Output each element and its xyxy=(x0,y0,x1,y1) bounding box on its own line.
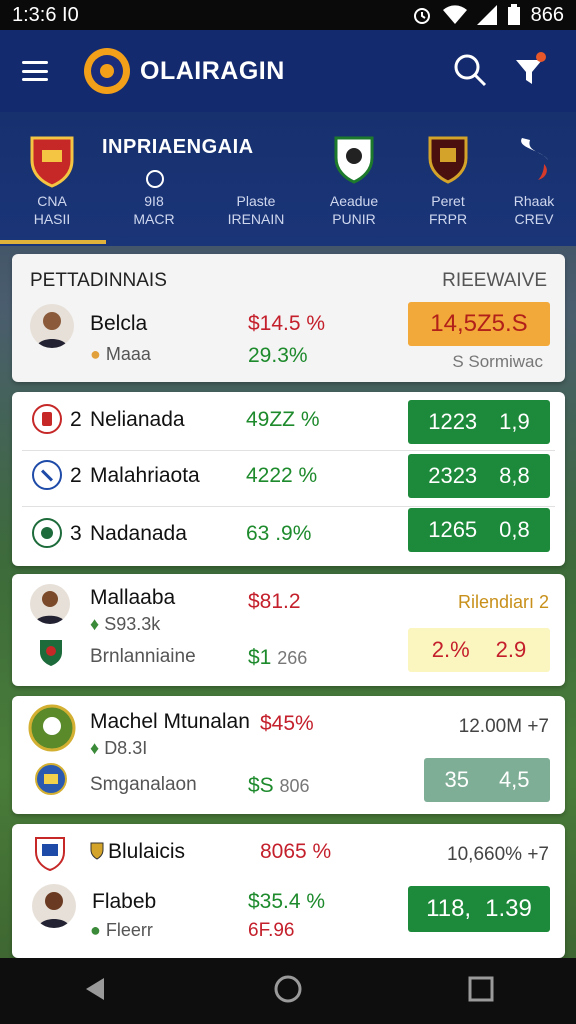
club-name: Smganalaon xyxy=(90,774,197,795)
club-crest-icon[interactable] xyxy=(426,134,470,186)
app-title: OLAIRAGIN xyxy=(140,56,285,85)
filter-icon[interactable] xyxy=(514,50,550,88)
player-value: $S 806 xyxy=(248,774,310,797)
club-shield-icon xyxy=(40,640,62,666)
team-name: Malahriaota xyxy=(90,464,200,487)
divider xyxy=(22,506,555,507)
player-sub: ● Maaa xyxy=(90,344,151,364)
player-card[interactable]: Machel Mtunalan ♦ D8.3I Smganalaon $45% … xyxy=(12,696,565,814)
rating-label: Rilendiarı 2 xyxy=(457,592,549,612)
rank: 2 xyxy=(70,408,82,431)
player-value: $1 266 xyxy=(248,646,308,669)
player-card[interactable]: Blulaicis 8065 % 10,660% +7 Flabeb ● Fle… xyxy=(12,824,565,958)
avatar xyxy=(30,304,74,348)
market-value: 10,660% +7 xyxy=(447,844,549,865)
player-price-2: $35.4 % xyxy=(248,890,326,913)
active-tab-indicator xyxy=(0,240,106,244)
league-tab[interactable]: Peret FRPR xyxy=(398,192,498,228)
rating-pill[interactable]: 2.% 2.9 xyxy=(408,628,550,672)
rank: 2 xyxy=(70,464,82,487)
price-change: $14.5 % xyxy=(248,312,326,335)
club-badge-icon xyxy=(35,763,67,795)
player-name: Machel Mtunalan xyxy=(90,710,250,733)
player-sub: ♦ S93.3k xyxy=(90,614,161,634)
card-right-heading: RIEEWAIVE xyxy=(442,270,547,291)
score-pill[interactable]: 35 4,5 xyxy=(424,758,550,802)
league-tab[interactable]: CNA HASII xyxy=(2,192,102,228)
score-pill[interactable]: 1265 0,8 xyxy=(408,508,550,552)
rank: 3 xyxy=(70,522,82,545)
shield-crest-icon[interactable] xyxy=(28,134,76,188)
team-badge-icon xyxy=(32,404,62,434)
avatar xyxy=(30,584,70,624)
team-pct: 49ZZ % xyxy=(246,408,320,431)
player-name: Belcla xyxy=(90,312,148,335)
score-pill[interactable]: 2323 8,8 xyxy=(408,454,550,498)
alarm-icon xyxy=(413,8,430,24)
status-bar: 1:3:6 I0 866 xyxy=(0,0,576,30)
league-indicator xyxy=(146,170,164,188)
team-badge-icon xyxy=(32,460,62,490)
back-icon[interactable] xyxy=(82,976,108,1007)
player-name: Mallaaba xyxy=(90,586,176,609)
player-price: 8065 % xyxy=(260,840,332,863)
recents-icon[interactable] xyxy=(468,976,494,1007)
search-icon[interactable] xyxy=(452,52,488,88)
club-name: Brnlanniaine xyxy=(90,646,196,667)
player-card[interactable]: Mallaaba ♦ S93.3k Brnlanniaine $81.2 $1 … xyxy=(12,574,565,686)
system-nav-bar xyxy=(0,958,576,1024)
app-bar: OLAIRAGIN xyxy=(0,30,576,112)
score-pill[interactable]: 118, 1.39 xyxy=(408,886,550,932)
value-change: 29.3% xyxy=(248,344,308,367)
league-tab[interactable]: Plaste IRENAIN xyxy=(206,192,306,228)
battery-icon xyxy=(507,4,520,25)
league-strip: INPRIAENGAIA CNA HASII 9I8 MACR Plaste IREN… xyxy=(0,112,576,246)
club-crest-icon[interactable] xyxy=(332,134,376,184)
divider xyxy=(22,450,555,451)
player-sub: ♦ D8.3I xyxy=(90,738,148,758)
summary-card[interactable]: PETTADINNAIS RIEEWAIVE Belcla ● Maaa $14… xyxy=(12,254,565,382)
menu-icon[interactable] xyxy=(20,56,50,86)
club-shield-icon xyxy=(35,837,65,872)
avatar xyxy=(32,884,76,928)
player-name: Blulaicis xyxy=(108,840,186,863)
league-tab[interactable]: Rhaak CREV xyxy=(484,192,576,228)
wifi-icon xyxy=(442,5,467,25)
player-price: $45% xyxy=(260,712,314,735)
app-logo xyxy=(84,48,130,94)
player-name-2: Flabeb xyxy=(92,890,157,913)
team-pct: 63 .9% xyxy=(246,522,312,545)
card-heading: PETTADINNAIS xyxy=(30,270,167,291)
swoosh-logo-icon[interactable] xyxy=(514,134,554,182)
small-shield-icon xyxy=(90,842,104,860)
player-value: 6F.96 xyxy=(248,920,295,941)
league-title: INPRIAENGAIA xyxy=(102,136,254,158)
team-pct: 4222 % xyxy=(246,464,318,487)
player-sub: ● Fleerr xyxy=(90,920,153,940)
home-icon[interactable] xyxy=(273,974,303,1009)
ranking-card: 2 Nelianada 49ZZ % 1223 1,9 2 Malahriaota… xyxy=(12,392,565,566)
league-tab[interactable]: 9I8 MACR xyxy=(104,192,204,228)
team-badge-icon xyxy=(32,518,62,548)
value-badge[interactable]: 14,5Z5.S xyxy=(408,302,550,346)
battery-level: 866 xyxy=(530,3,564,26)
team-name: Nadanada xyxy=(90,522,187,545)
status-time: 1:3:6 I0 xyxy=(12,3,79,26)
score-pill[interactable]: 1223 1,9 xyxy=(408,400,550,444)
market-value: 12.00M +7 xyxy=(458,716,549,737)
player-price: $81.2 xyxy=(248,590,301,613)
team-name: Nelianada xyxy=(90,408,185,431)
signal-icon xyxy=(476,5,497,25)
card-footnote: S Sormiwac xyxy=(452,352,543,371)
club-crest-icon xyxy=(28,704,76,752)
league-tab[interactable]: Aeadue PUNIR xyxy=(304,192,404,228)
